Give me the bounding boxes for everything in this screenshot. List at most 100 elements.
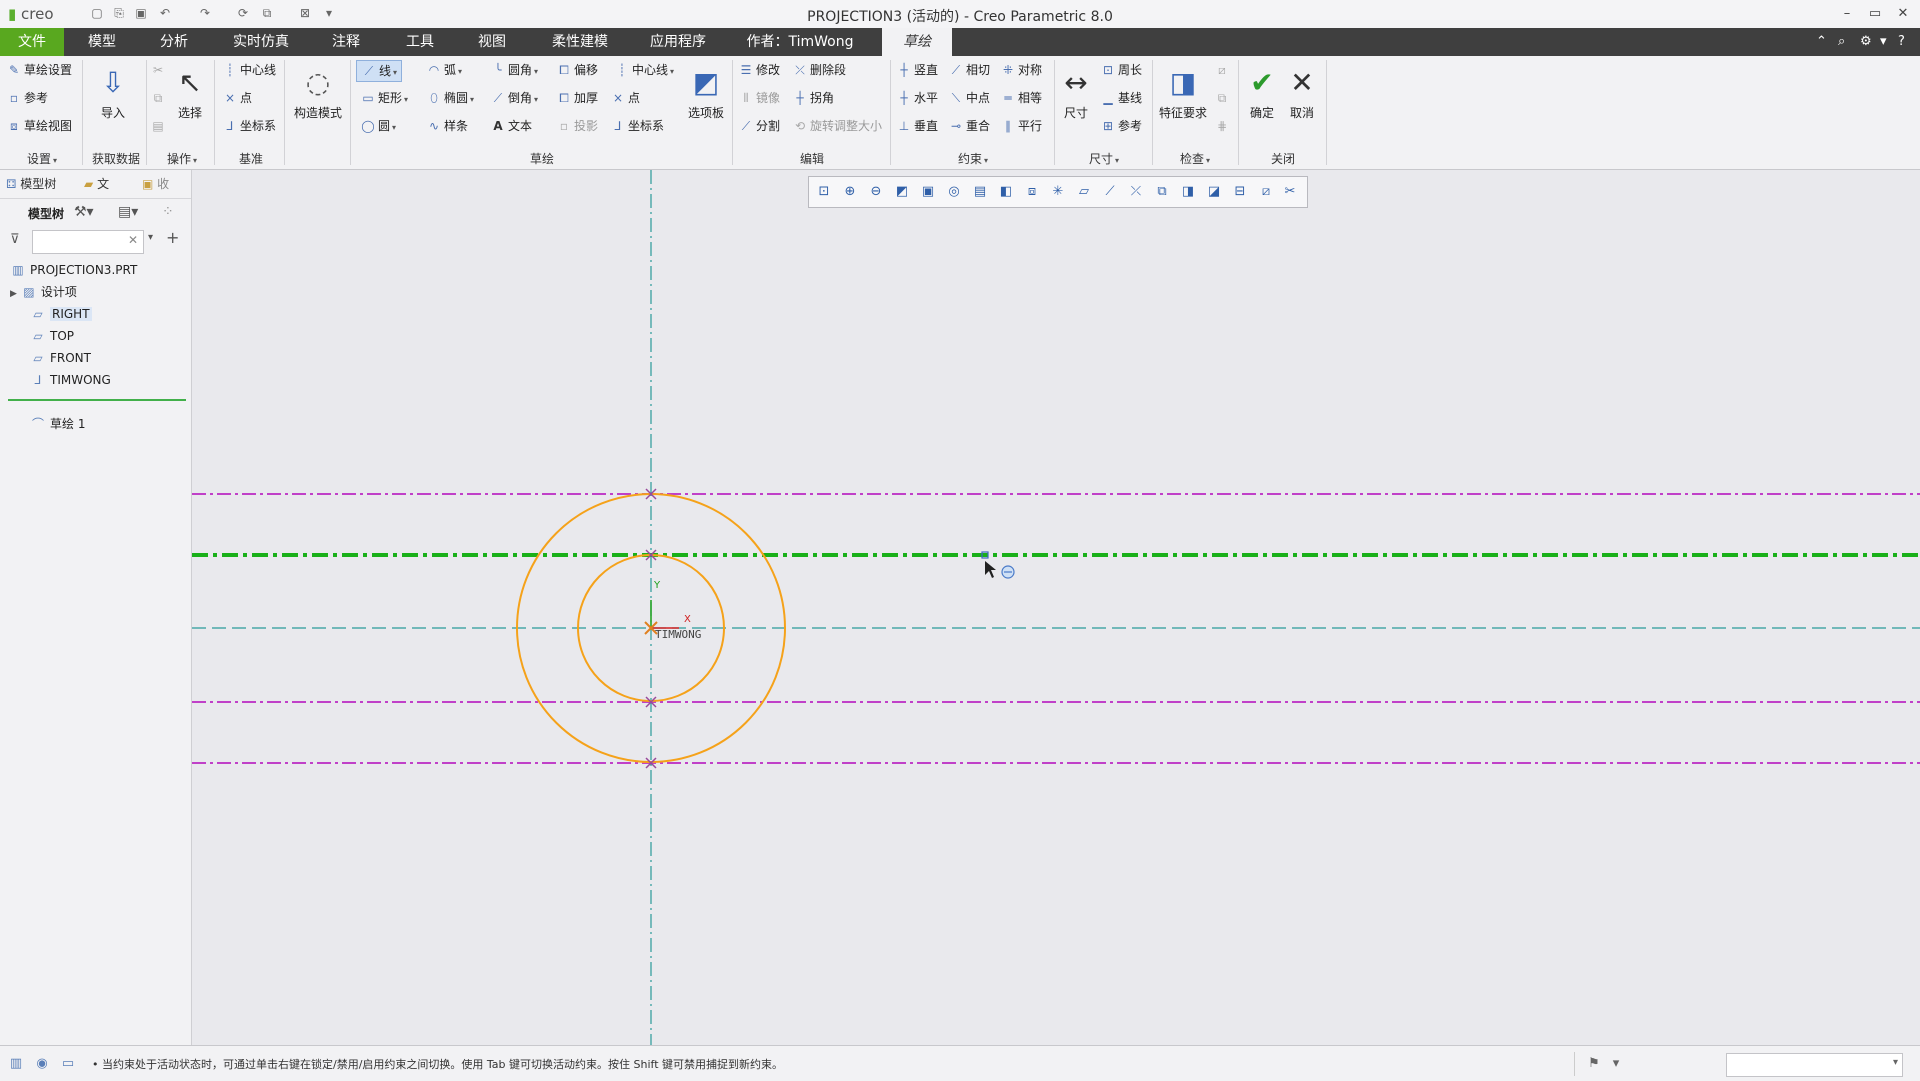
zoom-out-icon[interactable]: ⊖ (867, 183, 885, 201)
sketch-coordsys-button[interactable]: ⅃ 坐标系 (610, 116, 664, 136)
datum-centerline-button[interactable]: ┊ 中心线 (222, 60, 276, 80)
dimension-display-icon[interactable]: ⟋ (1101, 183, 1119, 201)
line-button[interactable]: ⟋ 线 ▾ (356, 60, 403, 82)
project-button[interactable]: ▫ 投影 (556, 116, 598, 136)
ok-button[interactable]: ✔ 确定 (1244, 62, 1280, 121)
sketch-canvas[interactable]: TIMWONG Y X (192, 170, 1920, 1045)
datum-point-button[interactable]: × 点 (222, 88, 252, 108)
tree-item-right[interactable]: ▱ RIGHT (30, 304, 92, 324)
selection-filter-select[interactable]: ▾ (1726, 1053, 1903, 1077)
equal-constraint-button[interactable]: ═ 相等 (1000, 88, 1042, 108)
tab-file-browser[interactable]: ▰ 文 (84, 170, 109, 198)
vertex-display-icon[interactable]: ◨ (1179, 183, 1197, 201)
browser-toggle-icon[interactable]: ◉ (34, 1056, 50, 1072)
repaint-icon[interactable]: ◩ (893, 183, 911, 201)
copy-icon[interactable]: ⧉ (150, 88, 168, 108)
spin-center-icon[interactable]: ✳ (1049, 183, 1067, 201)
expand-icon[interactable]: ▶ (10, 289, 17, 299)
modify-button[interactable]: ☰ 修改 (738, 60, 780, 80)
help-icon[interactable]: ? (1898, 34, 1905, 49)
refit-icon[interactable]: ⊡ (815, 183, 833, 201)
fillet-button[interactable]: ╰ 圆角 ▾ (490, 60, 538, 80)
perimeter-button[interactable]: ⊡ 周长 (1100, 60, 1142, 80)
search-input[interactable] (36, 232, 126, 252)
more-tools-icon[interactable]: ✂ (1281, 183, 1299, 201)
tree-item-top[interactable]: ▱ TOP (30, 326, 74, 346)
ellipse-button[interactable]: ⬯ 椭圆 ▾ (426, 88, 474, 108)
dropdown-icon[interactable]: ▾ (1880, 34, 1887, 49)
tab-favorites[interactable]: ▣ 收 (142, 170, 169, 198)
menu-applications[interactable]: 应用程序 (643, 28, 713, 56)
tree-item-design-items[interactable]: ▶ ▨ 设计项 (10, 282, 77, 302)
menu-author[interactable]: 作者：TimWong (744, 28, 856, 56)
filter-dropdown-icon[interactable]: ▾ (1608, 1056, 1624, 1072)
dimension-group-label[interactable]: 尺寸 ▾ (1056, 150, 1152, 166)
rectangle-button[interactable]: ▭ 矩形 ▾ (360, 88, 408, 108)
horizontal-constraint-button[interactable]: ┼ 水平 (896, 88, 938, 108)
settings-icon[interactable]: ⚙ (1860, 34, 1872, 49)
midpoint-constraint-button[interactable]: ⟍ 中点 (948, 88, 990, 108)
text-button[interactable]: A 文本 (490, 116, 532, 136)
sketch-view-icon[interactable]: ⊟ (1231, 183, 1249, 201)
setup-group-label[interactable]: 设置 ▾ (10, 150, 74, 166)
graphics-area[interactable]: TIMWONG Y X (192, 170, 1920, 1045)
sketch-setup-button[interactable]: ✎ 草绘设置 (6, 60, 72, 80)
shade-closed-icon[interactable]: ⧄ (1214, 60, 1232, 80)
circle-button[interactable]: ◯ 圆 ▾ (360, 116, 396, 136)
sketch-display-icon[interactable]: ▱ (1075, 183, 1093, 201)
menu-file[interactable]: 文件 (0, 28, 64, 56)
cancel-button[interactable]: ✕ 取消 (1284, 62, 1320, 121)
thicken-button[interactable]: ⧠ 加厚 (556, 88, 598, 108)
tree-filter-icon[interactable]: ⁘ (162, 204, 174, 220)
arc-button[interactable]: ◠ 弧 ▾ (426, 60, 462, 80)
constraint-display-icon[interactable]: ⤫ (1127, 183, 1145, 201)
show-icon[interactable]: ▤▾ (118, 204, 138, 220)
tree-item-sketch[interactable]: ⌒ 草绘 1 (30, 414, 85, 434)
divide-button[interactable]: ⟋ 分割 (738, 116, 780, 136)
cut-icon[interactable]: ✂ (150, 60, 168, 80)
delete-segment-button[interactable]: ⤫ 删除段 (792, 60, 846, 80)
rotate-resize-button[interactable]: ⟲ 旋转调整大小 (792, 116, 882, 136)
select-button[interactable]: ↖ 选择 (172, 62, 208, 121)
highlight-open-ends-icon[interactable]: ⋕ (1214, 116, 1232, 136)
menu-view[interactable]: 视图 (468, 28, 516, 56)
tree-item-part[interactable]: ▥ PROJECTION3.PRT (10, 260, 137, 280)
tangent-constraint-button[interactable]: ⟋ 相切 (948, 60, 990, 80)
search-icon[interactable]: ⌕ (1838, 34, 1845, 49)
annotations-icon[interactable]: ⧄ (1257, 183, 1275, 201)
dimension-button[interactable]: ↔ 尺寸 (1058, 62, 1094, 121)
sketch-centerline-button[interactable]: ┊ 中心线 ▾ (614, 60, 674, 80)
fullscreen-icon[interactable]: ▭ (60, 1056, 76, 1072)
close-icon[interactable]: ✕ (1892, 4, 1914, 24)
smart-filter-icon[interactable]: ⚑ (1586, 1056, 1602, 1072)
display-style-icon[interactable]: ▣ (919, 183, 937, 201)
spline-button[interactable]: ∿ 样条 (426, 116, 468, 136)
collapse-ribbon-icon[interactable]: ⌃ (1816, 34, 1827, 49)
tree-settings-icon[interactable]: ⚒▾ (74, 204, 94, 220)
parallel-constraint-button[interactable]: ∥ 平行 (1000, 116, 1042, 136)
overlapping-geometry-icon[interactable]: ⧉ (1214, 88, 1232, 108)
tree-item-coordsys[interactable]: ⅃ TIMWONG (30, 370, 111, 390)
add-icon[interactable]: + (166, 228, 179, 247)
datum-display-icon[interactable]: ⧈ (1023, 183, 1041, 201)
menu-live-simulation[interactable]: 实时仿真 (226, 28, 296, 56)
reference-button[interactable]: ▫ 参考 (6, 88, 48, 108)
operations-group-label[interactable]: 操作 ▾ (152, 150, 212, 166)
menu-flexible-modeling[interactable]: 柔性建模 (545, 28, 615, 56)
symmetric-constraint-button[interactable]: ⁜ 对称 (1000, 60, 1042, 80)
menu-model[interactable]: 模型 (78, 28, 126, 56)
constrain-group-label[interactable]: 约束 ▾ (894, 150, 1052, 166)
feature-requirements-button[interactable]: ◨ 特征要求 (1156, 62, 1210, 121)
tree-item-front[interactable]: ▱ FRONT (30, 348, 91, 368)
sketch-view-button[interactable]: ⧈ 草绘视图 (6, 116, 72, 136)
paste-icon[interactable]: ▤ (150, 116, 168, 136)
grid-display-icon[interactable]: ⧉ (1153, 183, 1171, 201)
clear-icon[interactable]: ✕ (128, 233, 138, 247)
zoom-in-icon[interactable]: ⊕ (841, 183, 859, 201)
chamfer-button[interactable]: ⟋ 倒角 ▾ (490, 88, 538, 108)
datum-coordsys-button[interactable]: ⅃ 坐标系 (222, 116, 276, 136)
offset-button[interactable]: ⧠ 偏移 (556, 60, 598, 80)
corner-button[interactable]: ┼ 拐角 (792, 88, 834, 108)
menu-sketch[interactable]: 草绘 (882, 28, 952, 56)
tab-model-tree[interactable]: ⚃ 模型树 (6, 170, 56, 198)
